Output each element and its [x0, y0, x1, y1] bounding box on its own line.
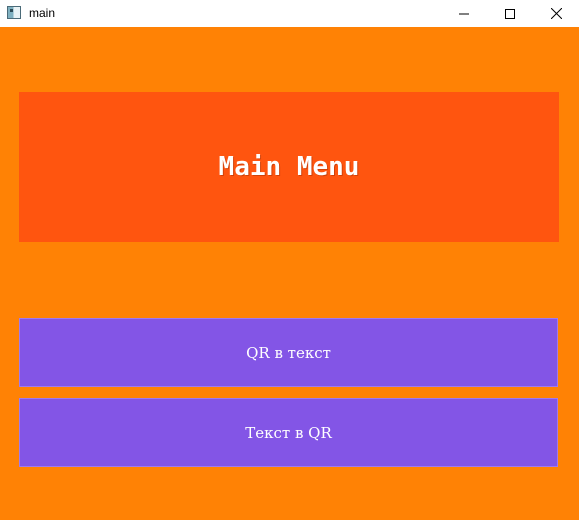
qr-to-text-button[interactable]: QR в текст	[19, 318, 558, 387]
maximize-button[interactable]	[487, 0, 533, 27]
text-to-qr-button[interactable]: Текст в QR	[19, 398, 558, 467]
close-button[interactable]	[533, 0, 579, 27]
title-bar[interactable]: main	[0, 0, 579, 27]
qr-to-text-label: QR в текст	[246, 343, 331, 362]
app-icon	[7, 6, 21, 19]
window-title: main	[29, 6, 56, 20]
text-to-qr-label: Текст в QR	[245, 423, 332, 442]
page-title: Main Menu	[218, 152, 360, 182]
main-menu-header: Main Menu	[19, 92, 559, 242]
maximize-icon	[505, 8, 515, 19]
app-window: main Main Menu QR в текст Текст в QR	[0, 0, 579, 520]
minimize-icon	[459, 13, 469, 14]
minimize-button[interactable]	[441, 0, 487, 27]
close-icon	[550, 8, 562, 19]
